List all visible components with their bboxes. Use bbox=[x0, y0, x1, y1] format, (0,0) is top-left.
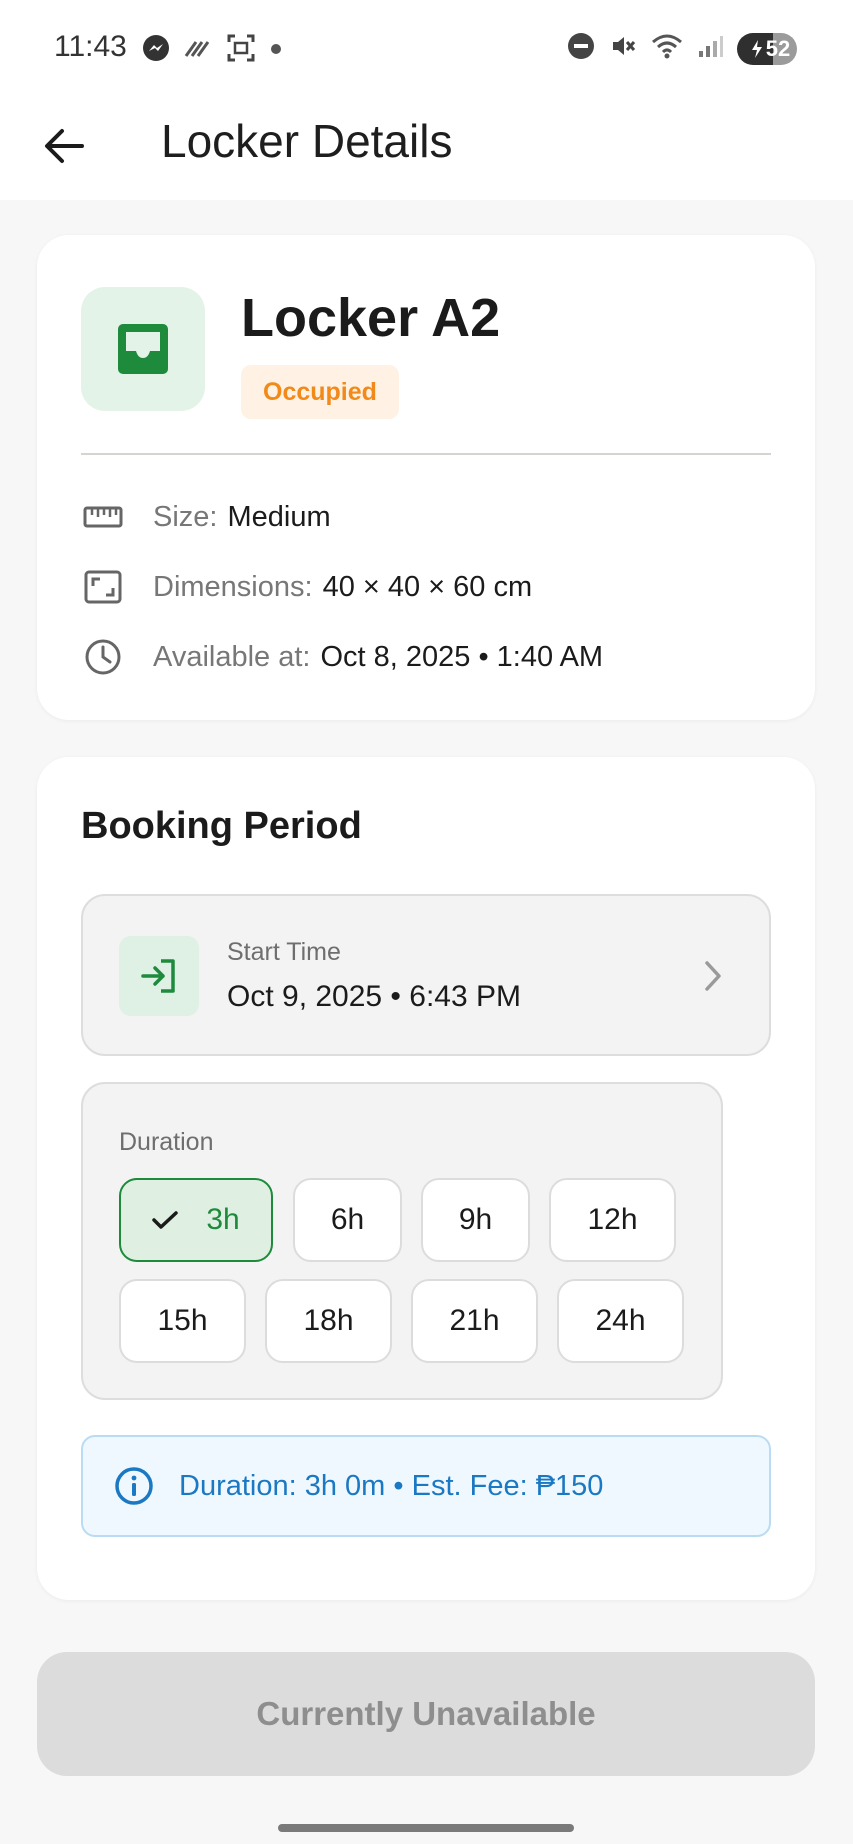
app-bar: Locker Details bbox=[0, 96, 853, 200]
available-value: Oct 8, 2025 • 1:40 AM bbox=[320, 640, 604, 673]
chip-label: 12h bbox=[587, 1203, 638, 1236]
chip-label: 15h bbox=[157, 1304, 208, 1337]
start-icon-badge bbox=[119, 936, 199, 1016]
booking-section-title: Booking Period bbox=[81, 805, 362, 847]
status-left-icons bbox=[142, 33, 282, 68]
arrow-left-icon bbox=[45, 129, 84, 163]
info-icon bbox=[113, 1465, 155, 1507]
duration-label: Duration bbox=[119, 1128, 214, 1156]
start-time-value: Oct 9, 2025 • 6:43 PM bbox=[227, 980, 521, 1013]
duration-chip-21h[interactable]: 21h bbox=[411, 1279, 538, 1363]
status-bar: 11:43 52 bbox=[0, 0, 853, 96]
screenshot-icon bbox=[226, 33, 256, 68]
inbox-tray-icon bbox=[118, 324, 168, 374]
signal-icon bbox=[697, 33, 723, 64]
dimensions-row: Dimensions: 40 × 40 × 60 cm bbox=[81, 565, 532, 609]
bottom-action-bar: Currently Unavailable bbox=[0, 1632, 853, 1844]
locker-name: Locker A2 bbox=[241, 288, 501, 348]
chip-label: 24h bbox=[595, 1304, 646, 1337]
chip-label: 9h bbox=[458, 1203, 493, 1236]
clock-icon bbox=[81, 635, 125, 679]
battery-icon: 52 bbox=[737, 32, 797, 65]
home-indicator[interactable] bbox=[278, 1824, 574, 1832]
duration-chip-6h[interactable]: 6h bbox=[293, 1178, 402, 1262]
available-row: Available at: Oct 8, 2025 • 1:40 AM bbox=[81, 635, 603, 679]
size-row: Size: Medium bbox=[81, 495, 331, 539]
status-right-icons: 52 bbox=[567, 32, 797, 65]
locker-info-card: Locker A2 Occupied Size: Medium Dimensio… bbox=[37, 235, 815, 720]
start-time-label: Start Time bbox=[227, 938, 341, 966]
check-icon bbox=[152, 1210, 179, 1230]
dot-icon bbox=[270, 42, 282, 60]
chevron-right-icon bbox=[693, 954, 733, 998]
duration-chip-9h[interactable]: 9h bbox=[421, 1178, 530, 1262]
divider bbox=[81, 453, 771, 455]
status-time: 11:43 bbox=[54, 30, 127, 63]
booking-card: Booking Period Start Time Oct 9, 2025 • … bbox=[37, 757, 815, 1600]
duration-chip-12h[interactable]: 12h bbox=[549, 1178, 676, 1262]
chip-label: 6h bbox=[330, 1203, 365, 1236]
duration-chip-18h[interactable]: 18h bbox=[265, 1279, 392, 1363]
back-button[interactable] bbox=[30, 112, 98, 180]
dnd-icon bbox=[567, 32, 595, 65]
page-title: Locker Details bbox=[161, 115, 453, 167]
size-label: Size: bbox=[153, 500, 218, 533]
messenger-icon bbox=[142, 34, 170, 67]
dimensions-label: Dimensions: bbox=[153, 570, 313, 603]
book-button-disabled[interactable]: Currently Unavailable bbox=[37, 1652, 815, 1776]
chip-label: 21h bbox=[449, 1304, 500, 1337]
size-value: Medium bbox=[227, 500, 331, 533]
duration-chip-24h[interactable]: 24h bbox=[557, 1279, 684, 1363]
wifi-icon bbox=[651, 32, 683, 65]
start-time-selector[interactable]: Start Time Oct 9, 2025 • 6:43 PM bbox=[81, 894, 771, 1056]
duration-selector: Duration 3h 6h 9h 12h 15h 18h 21h 24h bbox=[81, 1082, 723, 1400]
dimensions-value: 40 × 40 × 60 cm bbox=[322, 570, 533, 603]
chip-label: 3h bbox=[206, 1203, 240, 1236]
fee-info-banner: Duration: 3h 0m • Est. Fee: ₱150 bbox=[81, 1435, 771, 1537]
duration-chip-3h[interactable]: 3h bbox=[119, 1178, 273, 1262]
battery-level: 52 bbox=[765, 35, 791, 61]
status-badge: Occupied bbox=[241, 365, 399, 419]
available-label: Available at: bbox=[153, 640, 311, 673]
locker-avatar bbox=[81, 287, 205, 411]
ruler-icon bbox=[81, 495, 125, 539]
mute-icon bbox=[609, 32, 637, 65]
signal-lines-icon bbox=[184, 38, 212, 63]
duration-chip-15h[interactable]: 15h bbox=[119, 1279, 246, 1363]
chip-label: 18h bbox=[303, 1304, 354, 1337]
login-arrow-icon bbox=[141, 959, 175, 993]
fee-info-text: Duration: 3h 0m • Est. Fee: ₱150 bbox=[179, 1469, 604, 1502]
dimensions-icon bbox=[81, 565, 125, 609]
